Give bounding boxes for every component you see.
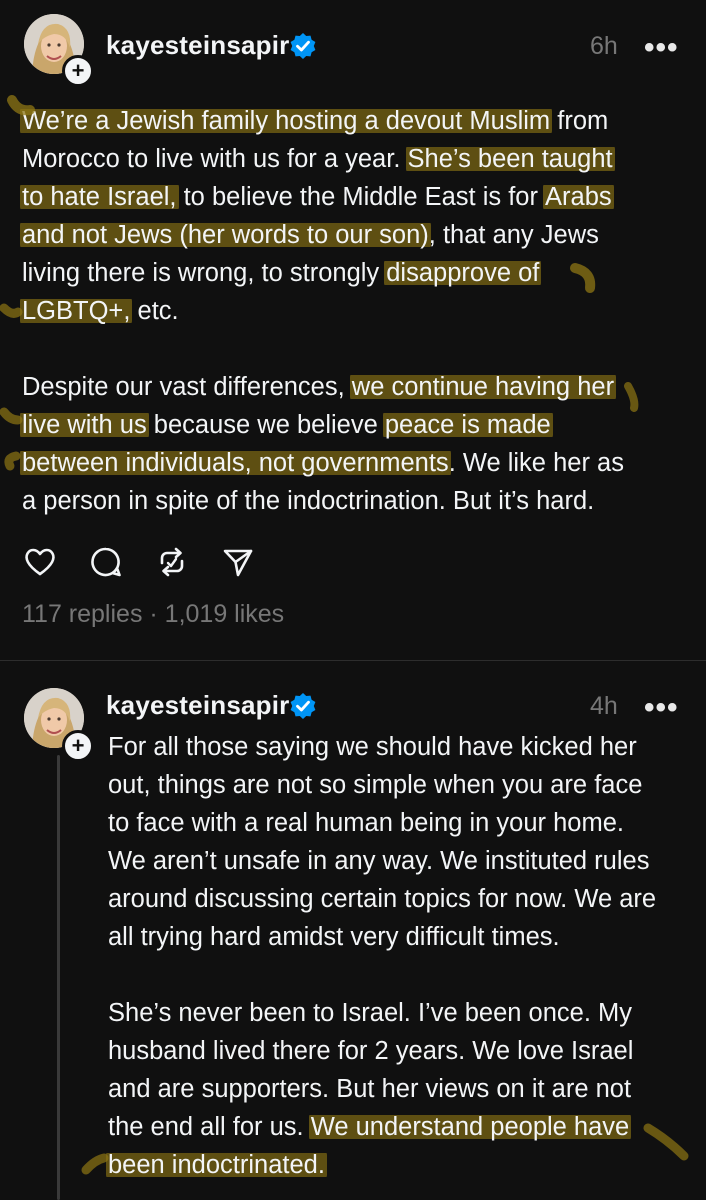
text-segment: etc.	[130, 297, 179, 325]
text-line: Morocco to live with us for a year. She’…	[22, 140, 624, 178]
highlighted-text: and not Jews (her words to our son)	[20, 221, 431, 249]
post-body: For all those saying we should have kick…	[106, 728, 656, 1184]
text-line: and not Jews (her words to our son), tha…	[20, 216, 624, 254]
text-line: We aren’t unsafe in any way. We institut…	[108, 842, 656, 880]
post-body: We’re a Jewish family hosting a devout M…	[20, 102, 624, 520]
text-line: all trying hard amidst very difficult ti…	[108, 918, 656, 956]
follow-plus-icon[interactable]: +	[62, 55, 94, 87]
post-2: + kayesteinsapir 4h ••• For all those sa…	[0, 662, 706, 1200]
verified-badge-icon	[290, 693, 316, 719]
text-segment: She’s never been to Israel. I’ve been on…	[108, 999, 633, 1027]
text-line: LGBTQ+, etc.	[20, 292, 624, 330]
highlighted-text: We’re a Jewish family hosting a devout M…	[20, 107, 553, 135]
text-segment: We aren’t unsafe in any way. We institut…	[108, 847, 650, 875]
repost-icon[interactable]	[152, 542, 192, 582]
text-segment: husband lived there for 2 years. We love…	[108, 1037, 634, 1065]
text-line: and are supporters. But her views on it …	[108, 1070, 656, 1108]
text-line: out, things are not so simple when you a…	[108, 766, 656, 804]
thread-line	[57, 755, 60, 1200]
text-line: husband lived there for 2 years. We love…	[108, 1032, 656, 1070]
text-segment: to believe the Middle East is for	[176, 183, 546, 211]
text-line: the end all for us. We understand people…	[108, 1108, 656, 1146]
verified-badge-icon	[290, 33, 316, 59]
highlighted-text: Arabs	[543, 183, 614, 211]
highlighted-text: been indoctrinated.	[106, 1151, 327, 1179]
highlighted-text: She’s been taught	[405, 145, 615, 173]
text-segment: Morocco to live with us for a year.	[22, 145, 408, 173]
comment-icon[interactable]	[86, 542, 126, 582]
text-line: Despite our vast differences, we continu…	[22, 368, 624, 406]
text-line: to hate Israel, to believe the Middle Ea…	[20, 178, 624, 216]
text-line: We’re a Jewish family hosting a devout M…	[20, 102, 624, 140]
highlighted-text: we continue having her	[349, 373, 617, 401]
text-line: to face with a real human being in your …	[108, 804, 656, 842]
highlighted-text: LGBTQ+,	[20, 297, 133, 325]
text-line: For all those saying we should have kick…	[108, 728, 656, 766]
follow-plus-icon[interactable]: +	[62, 730, 94, 762]
more-options-icon[interactable]: •••	[644, 33, 679, 63]
text-segment: all trying hard amidst very difficult ti…	[108, 923, 560, 951]
highlighted-text: live with us	[20, 411, 149, 439]
username[interactable]: kayesteinsapir	[106, 690, 289, 721]
text-segment: out, things are not so simple when you a…	[108, 771, 643, 799]
text-line: a person in spite of the indoctrination.…	[22, 482, 624, 520]
text-segment: , that any Jews	[428, 221, 599, 249]
highlighted-text: between individuals, not governments	[20, 449, 451, 477]
text-line: She’s never been to Israel. I’ve been on…	[108, 994, 656, 1032]
text-segment: the end all for us.	[108, 1113, 311, 1141]
text-segment: . We like her as	[448, 449, 624, 477]
text-segment: Despite our vast differences,	[22, 373, 352, 401]
text-line: between individuals, not governments. We…	[20, 444, 624, 482]
post-timestamp: 6h	[590, 32, 618, 60]
text-segment: to face with a real human being in your …	[108, 809, 624, 837]
text-segment: around discussing certain topics for now…	[108, 885, 657, 913]
post-stats[interactable]: 117 replies · 1,019 likes	[22, 600, 284, 629]
text-segment: because we believe	[146, 411, 385, 439]
highlighted-text: We understand people have	[308, 1113, 632, 1141]
post-timestamp: 4h	[590, 692, 618, 720]
highlighted-text: peace is made	[382, 411, 553, 439]
action-bar	[20, 540, 284, 584]
text-segment: For all those saying we should have kick…	[108, 733, 637, 761]
text-segment: a person in spite of the indoctrination.…	[22, 487, 595, 515]
post-1: + kayesteinsapir 6h ••• We’re a Jewish f…	[0, 0, 706, 660]
post-divider	[0, 660, 706, 661]
text-line: live with us because we believe peace is…	[20, 406, 624, 444]
highlighted-text: disapprove of	[384, 259, 542, 287]
text-line: living there is wrong, to strongly disap…	[22, 254, 624, 292]
username[interactable]: kayesteinsapir	[106, 30, 289, 61]
text-segment: living there is wrong, to strongly	[22, 259, 387, 287]
text-segment: and are supporters. But her views on it …	[108, 1075, 632, 1103]
more-options-icon[interactable]: •••	[644, 693, 679, 723]
heart-icon[interactable]	[20, 542, 60, 582]
highlighted-text: to hate Israel,	[20, 183, 179, 211]
text-line: around discussing certain topics for now…	[108, 880, 656, 918]
send-icon[interactable]	[218, 542, 258, 582]
text-segment: from	[550, 107, 609, 135]
text-line: been indoctrinated.	[106, 1146, 656, 1184]
